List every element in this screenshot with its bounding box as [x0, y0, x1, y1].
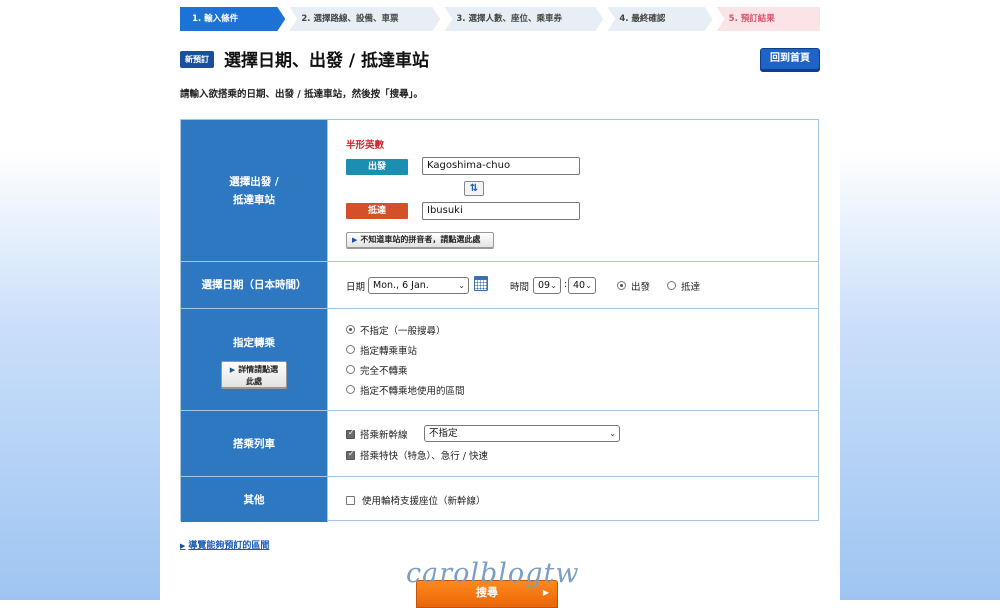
page-title: 選擇日期、出發 / 抵達車站	[224, 51, 430, 71]
transfer-row-label: 指定轉乘 ▶ 詳情請點選 此處	[181, 309, 328, 410]
departure-station-input[interactable]: Kagoshima-chuo	[422, 157, 580, 175]
time-colon: :	[564, 279, 568, 290]
departure-label: 出發	[346, 159, 408, 175]
trains-row: 搭乘列車 搭乘新幹線 不指定 ⌄ 搭乘特快（特急）、急行 / 快速	[181, 411, 818, 477]
search-form: 選擇出發 / 抵達車站 半形英數 出發 Kagoshima-chuo ⇅ 抵達 …	[180, 119, 819, 522]
station-label-line1: 選擇出發 /	[229, 175, 279, 188]
transfer-option-label-2: 完全不轉乘	[360, 366, 408, 377]
chevron-down-icon: ⌄	[550, 281, 557, 290]
bookable-sections-label: 導覽能夠預訂的區間	[188, 541, 270, 551]
other-row: 其他 使用輪椅支援座位（新幹線）	[181, 477, 818, 522]
date-row: 選擇日期（日本時間） 日期 Mon., 6 Jan. ⌄ 時間 09 ⌄ : 4…	[181, 262, 818, 309]
transfer-option-radio-0[interactable]	[346, 325, 355, 334]
shinkansen-checkbox[interactable]	[346, 428, 355, 439]
transfer-row-content: 不指定（一般搜尋） 指定轉乘車站 完全不轉乘 指定不轉乘地使用的區間	[328, 309, 818, 410]
romaji-help-label: 不知道車站的拼音者，請點選此處	[360, 235, 481, 244]
triangle-right-icon: ▶	[180, 542, 186, 550]
step-select-seats: 3. 選擇人數、座位、乘車券	[444, 7, 603, 31]
calendar-icon[interactable]	[474, 276, 488, 291]
watermark: carolblogtw	[406, 558, 580, 589]
bookable-sections-link[interactable]: ▶ 導覽能夠預訂的區間	[180, 538, 269, 551]
romaji-help-button[interactable]: ▶ 不知道車站的拼音者，請點選此處	[346, 232, 494, 248]
swap-icon: ⇅	[469, 183, 479, 194]
transfer-option-radio-1[interactable]	[346, 345, 355, 354]
step-select-route: 2. 選擇路線、設備、車票	[289, 7, 440, 31]
chevron-down-icon: ⌄	[585, 281, 592, 290]
wheelchair-checkbox[interactable]	[346, 496, 355, 505]
minute-select[interactable]: 40 ⌄	[568, 277, 596, 294]
transfer-option-label-1: 指定轉乘車站	[360, 346, 418, 357]
instruction-text: 請輸入欲搭乘的日期、出發 / 抵達車站，然後按「搜尋」。	[180, 89, 423, 100]
station-row-content: 半形英數 出發 Kagoshima-chuo ⇅ 抵達 Ibusuki ▶ 不知道…	[328, 120, 818, 261]
step-booking-result: 5. 預訂結果	[716, 7, 821, 31]
transfer-row: 指定轉乘 ▶ 詳情請點選 此處 不指定（一般搜尋） 指定轉乘車站 完全不轉乘 指定…	[181, 309, 818, 411]
date-select[interactable]: Mon., 6 Jan. ⌄	[368, 277, 469, 294]
date-label: 日期	[346, 282, 366, 293]
page: 1. 輸入條件 2. 選擇路線、設備、車票 3. 選擇人數、座位、乘車券 4. …	[160, 0, 840, 608]
mode-departure-radio[interactable]	[617, 281, 626, 290]
chevron-down-icon: ⌄	[458, 281, 465, 290]
shinkansen-label: 搭乘新幹線	[360, 430, 408, 441]
progress-steps: 1. 輸入條件 2. 選擇路線、設備、車票 3. 選擇人數、座位、乘車券 4. …	[180, 7, 821, 31]
transfer-detail-line1: 詳情請點選	[238, 365, 279, 374]
hour-value: 09	[538, 280, 551, 291]
station-label-line2: 抵達車站	[233, 193, 275, 206]
trains-row-content: 搭乘新幹線 不指定 ⌄ 搭乘特快（特急）、急行 / 快速	[328, 411, 818, 476]
triangle-right-icon: ▶	[352, 236, 358, 244]
minute-value: 40	[573, 280, 586, 291]
mode-arrival-label: 抵達	[681, 282, 701, 293]
wheelchair-label: 使用輪椅支援座位（新幹線）	[362, 496, 486, 507]
limited-express-label: 搭乘特快（特急）、急行 / 快速	[360, 451, 488, 462]
transfer-detail-line2: 此處	[246, 377, 262, 386]
transfer-option-label-3: 指定不轉乘地使用的區間	[360, 386, 465, 397]
date-value: Mon., 6 Jan.	[373, 280, 429, 291]
other-row-label: 其他	[181, 477, 328, 522]
station-row: 選擇出發 / 抵達車站 半形英數 出發 Kagoshima-chuo ⇅ 抵達 …	[181, 120, 818, 262]
time-label: 時間	[510, 282, 530, 293]
shinkansen-select[interactable]: 不指定 ⌄	[424, 425, 620, 442]
mode-departure-label: 出發	[631, 282, 651, 293]
arrival-label: 抵達	[346, 203, 408, 219]
home-button[interactable]: 回到首頁	[760, 48, 820, 70]
arrival-station-input[interactable]: Ibusuki	[422, 202, 580, 220]
hour-select[interactable]: 09 ⌄	[533, 277, 561, 294]
mode-arrival-radio[interactable]	[667, 281, 676, 290]
transfer-detail-button[interactable]: ▶ 詳情請點選 此處	[221, 361, 287, 388]
title-row: 新預訂 選擇日期、出發 / 抵達車站 回到首頁	[180, 46, 820, 72]
triangle-right-icon: ▶	[229, 366, 236, 374]
halfwidth-note: 半形英數	[346, 140, 385, 151]
limited-express-checkbox[interactable]	[346, 449, 355, 460]
transfer-label: 指定轉乘	[233, 337, 275, 349]
station-row-label: 選擇出發 / 抵達車站	[181, 120, 328, 261]
transfer-option-label-0: 不指定（一般搜尋）	[360, 326, 446, 337]
transfer-option-radio-2[interactable]	[346, 365, 355, 374]
new-booking-badge: 新預訂	[180, 51, 214, 68]
date-row-content: 日期 Mon., 6 Jan. ⌄ 時間 09 ⌄ : 40 ⌄ 出發 抵達	[328, 262, 818, 308]
swap-stations-button[interactable]: ⇅	[464, 181, 484, 196]
shinkansen-select-value: 不指定	[429, 428, 458, 439]
other-row-content: 使用輪椅支援座位（新幹線）	[328, 477, 818, 522]
chevron-down-icon: ⌄	[609, 429, 616, 438]
date-row-label: 選擇日期（日本時間）	[181, 262, 328, 308]
step-input-conditions: 1. 輸入條件	[180, 7, 285, 31]
trains-row-label: 搭乘列車	[181, 411, 328, 476]
step-final-confirm: 4. 最終確認	[607, 7, 712, 31]
transfer-option-radio-3[interactable]	[346, 385, 355, 394]
